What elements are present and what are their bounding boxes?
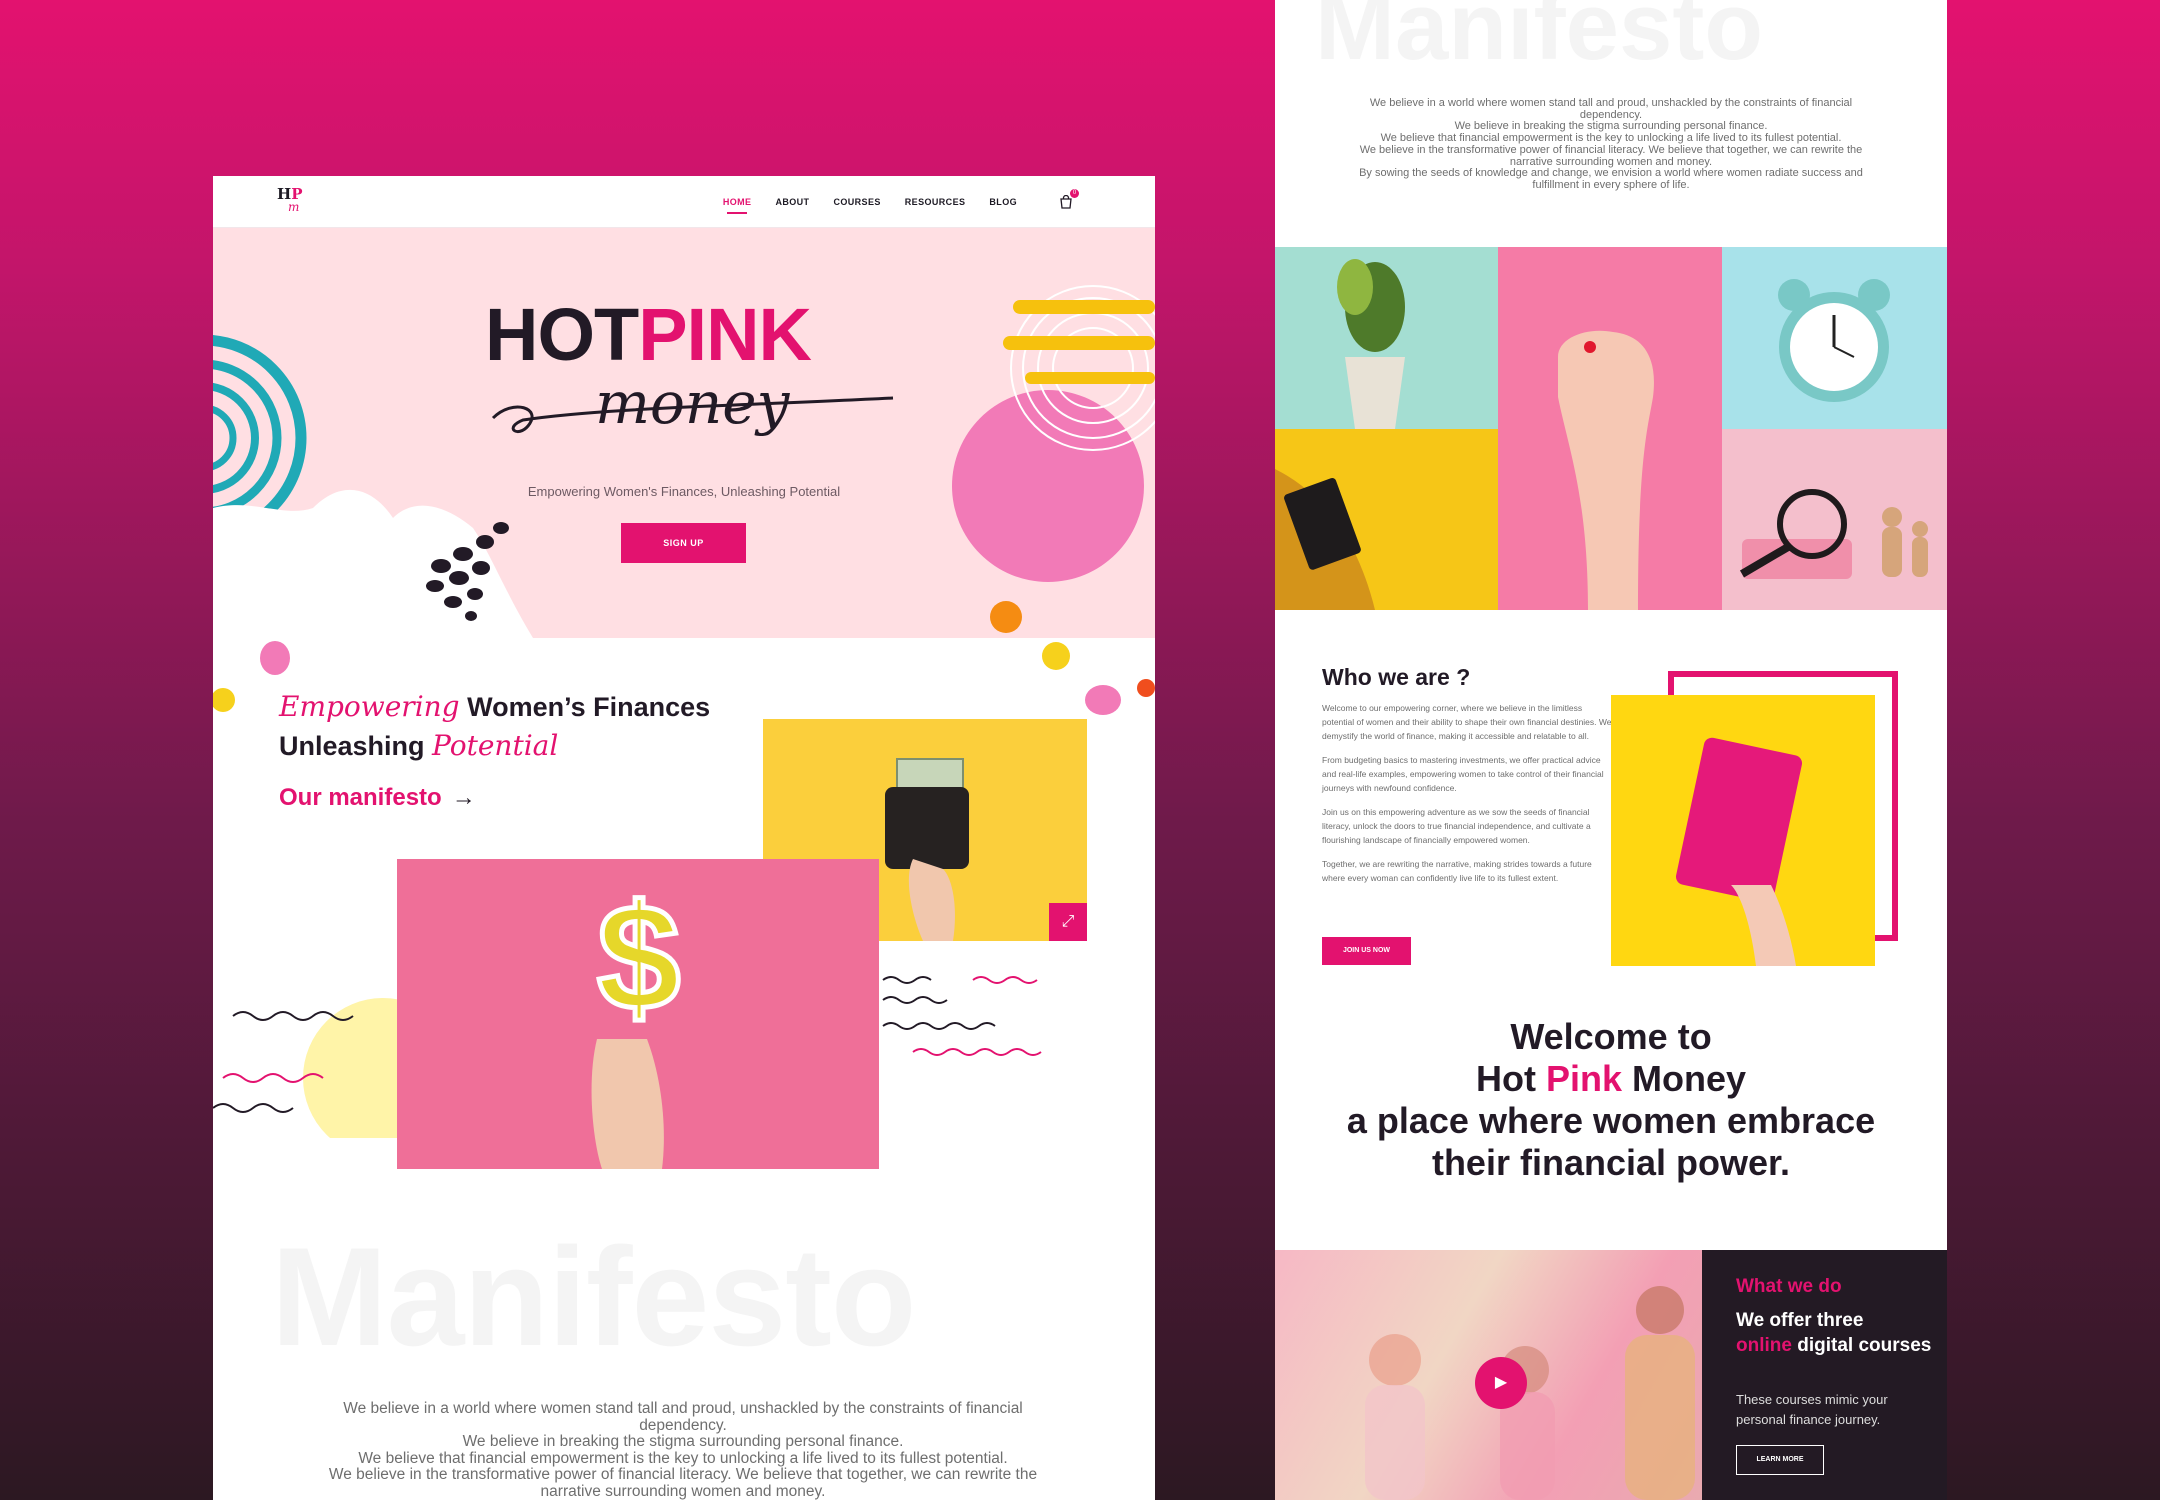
manifesto-link[interactable]: Our manifesto → [279,784,476,812]
learn-more-button[interactable]: LEARN MORE [1736,1445,1824,1475]
book-photo [1275,429,1498,610]
dollar-illustration: $ [591,871,683,1169]
manifesto-line: We believe in a world where women stand … [343,1400,1023,1417]
join-us-button[interactable]: JOIN US NOW [1322,937,1411,965]
nav-item-home[interactable]: HOME [723,197,752,214]
nav-item-blog[interactable]: BLOG [989,197,1017,207]
intro-heading-line1: Empowering Women’s Finances [279,690,710,723]
script-empowering: Empowering [279,690,460,723]
script-potential: Potential [432,729,559,762]
who-we-are-body: Welcome to our empowering corner, where … [1322,701,1612,895]
photo-grid [1275,247,1947,610]
welcome-line1: Welcome to [1510,1016,1712,1057]
wwd-head-end: digital courses [1791,1335,1932,1356]
manifesto-text-left: We believe in a world where women stand … [283,1400,1083,1500]
manifesto-link-label: Our manifesto [279,784,442,811]
manifesto-line: We believe in breaking the stigma surrou… [462,1433,904,1450]
site-logo[interactable]: HP m [277,187,311,215]
wwd-head-start: We offer three [1736,1310,1864,1331]
welcome-money: Money [1622,1058,1747,1099]
fist-illustration [1558,330,1654,610]
manifesto-line: fulfillment in every sphere of life. [1532,178,1690,191]
magnifier-photo [1722,429,1947,610]
manifesto-line: We believe in a world where women stand … [1369,97,1853,109]
nav-item-resources[interactable]: RESOURCES [905,197,966,207]
welcome-hot: Hot [1475,1058,1546,1099]
plant-money-photo [1275,247,1498,429]
welcome-line2: Hot Pink Money [1275,1058,1947,1100]
dollar-image: $ [397,859,879,1169]
manifesto-line: We believe in the transformative power o… [1359,143,1863,156]
book-illustration [1275,469,1375,610]
signup-button[interactable]: SIGN UP [621,523,746,563]
cart-button[interactable]: 0 [1059,189,1079,209]
manifesto-text-right: We believe in a world where women stand … [1315,97,1907,192]
nav-item-courses[interactable]: COURSES [833,197,880,207]
hero-section: HOTPINK money Empowering Women's Finance… [213,228,1155,638]
manifesto-background-word: Manifesto [1315,0,1764,80]
cart-count-badge: 0 [1070,189,1079,198]
wwd-head-online: online [1736,1335,1792,1356]
nav-menu: HOME ABOUT COURSES RESOURCES BLOG 0 [723,189,1079,214]
arrow-right-icon: → [451,784,476,811]
expand-icon[interactable]: ⤢ [1049,903,1087,941]
logo-letter-m: m [288,200,300,214]
top-navigation: HP m HOME ABOUT COURSES RESOURCES BLOG 0 [213,176,1155,228]
video-thumbnail[interactable]: ▶ [1275,1250,1702,1500]
plant-illustration [1337,259,1405,429]
dollar-sign-glyph: $ [597,873,680,1041]
manifesto-line: narrative surrounding women and money. [540,1482,826,1500]
what-we-do-description: These courses mimic your personal financ… [1736,1392,1888,1427]
clock-illustration [1778,279,1890,402]
manifesto-line: We believe that financial empowerment is… [358,1449,1008,1467]
what-we-do-panel: What we do We offer three online digital… [1702,1250,1947,1500]
who-paragraph: Together, we are rewriting the narrative… [1322,859,1592,883]
hero-script-money: money [491,369,894,437]
notebook-illustration [1675,737,1803,966]
welcome-pink: Pink [1545,1058,1622,1099]
intro-section: Empowering Women’s Finances Unleashing P… [213,638,1155,1169]
welcome-line3: a place where women embrace [1346,1100,1876,1141]
inner-page-mockup: Manifesto We believe in a world where wo… [1275,0,1947,1500]
who-paragraph: From budgeting basics to mastering inves… [1322,755,1604,793]
what-we-do-heading: We offer three online digital courses [1736,1308,1936,1358]
manifesto-background-word: Manifesto [271,1218,916,1375]
manifesto-line: We believe in the transformative power o… [328,1466,1038,1483]
intro-heading-line2: Unleashing Potential [279,729,558,762]
welcome-heading: Welcome to Hot Pink Money a place where … [1275,1016,1947,1184]
welcome-line4: their financial power. [1431,1142,1791,1183]
what-we-do-title: What we do [1736,1276,1842,1297]
notebook-photo [1611,695,1875,966]
alarm-clock-photo [1722,247,1947,429]
who-we-are-title: Who we are ? [1322,664,1471,690]
manifesto-line: dependency. [639,1416,727,1434]
heading-text-finances: Women’s Finances [459,692,711,722]
play-icon[interactable]: ▶ [1475,1357,1527,1409]
heading-text-unleashing: Unleashing [279,731,433,761]
nav-item-about[interactable]: ABOUT [775,197,809,207]
hero-subtitle: Empowering Women's Finances, Unleashing … [527,484,841,499]
who-paragraph: Join us on this empowering adventure as … [1322,807,1591,845]
homepage-mockup: HP m HOME ABOUT COURSES RESOURCES BLOG 0 [213,176,1155,1500]
fist-photo [1498,247,1722,610]
scribble-lines-right [882,976,1042,1056]
magnifier-illustration [1739,489,1928,579]
script-money-text: money [595,369,791,437]
who-paragraph: Welcome to our empowering corner, where … [1322,703,1612,741]
